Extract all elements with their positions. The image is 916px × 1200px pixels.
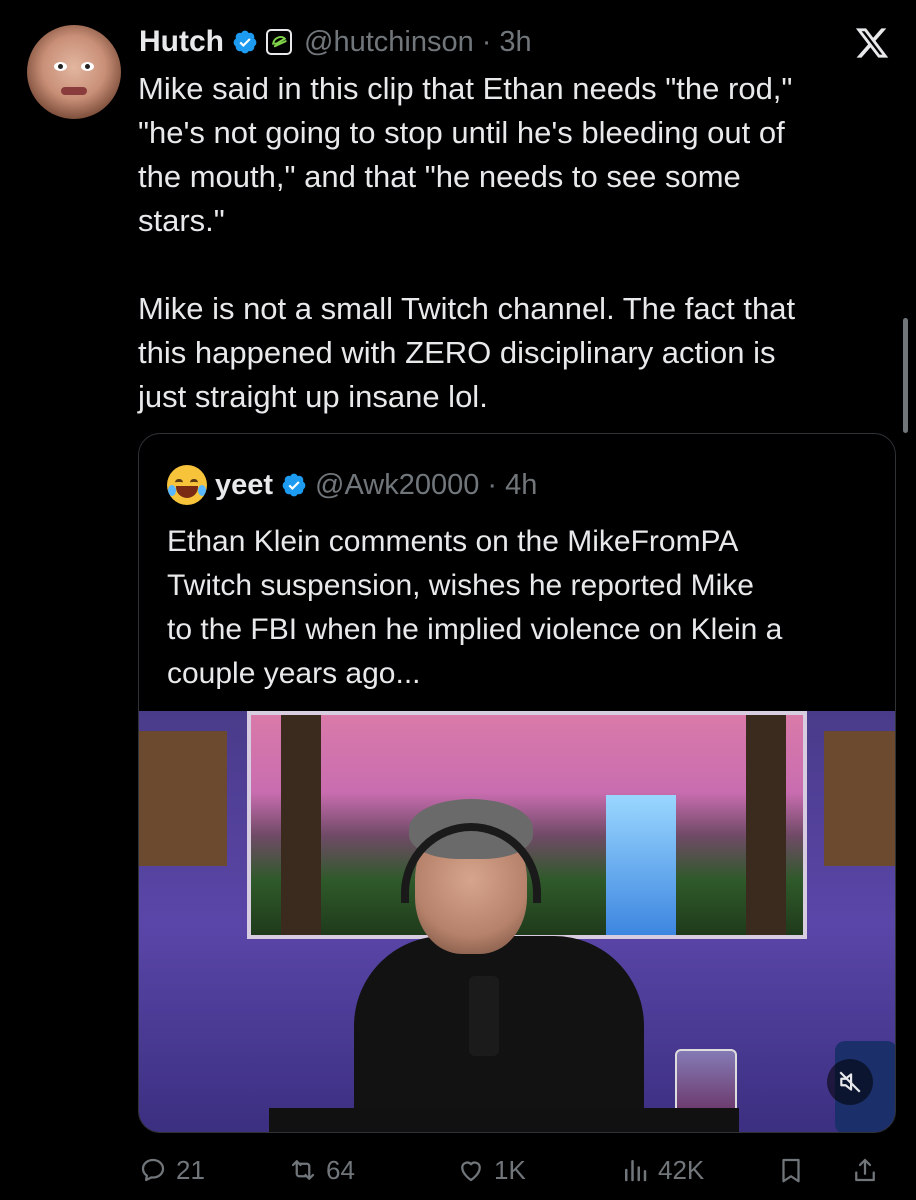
views-count: 42K — [658, 1154, 705, 1185]
video-desk — [269, 1108, 739, 1132]
tweet-action-bar: 21 64 1K 42K — [138, 1142, 898, 1198]
quoted-tweet-text: Ethan Klein comments on the MikeFromPA T… — [167, 525, 783, 690]
views-button[interactable]: 42K — [620, 1142, 704, 1198]
tweet-header: Hutch @hutchinson · 3h — [139, 20, 532, 64]
video-microphone — [469, 976, 499, 1056]
emoji-tear-left — [168, 485, 176, 496]
repost-button[interactable]: 64 — [288, 1142, 355, 1198]
share-button[interactable] — [850, 1142, 880, 1198]
separator-dot: · — [487, 468, 498, 501]
tweet-text: Mike said in this clip that Ethan needs … — [138, 71, 796, 414]
affiliate-badge-icon — [266, 29, 292, 55]
share-icon — [855, 1158, 875, 1182]
reply-button[interactable]: 21 — [138, 1142, 205, 1198]
painting-tree-right — [746, 715, 786, 935]
emoji-eye-left — [175, 479, 183, 486]
x-logo-icon — [855, 28, 889, 58]
quoted-author-name[interactable]: yeet — [215, 469, 273, 502]
emoji-eye-right — [190, 479, 198, 486]
avatar-eye-left — [54, 62, 67, 71]
author-name[interactable]: Hutch — [139, 25, 224, 59]
painting-tree-left — [281, 715, 321, 935]
quoted-tweet-header: yeet @Awk20000 · 4h — [167, 464, 537, 506]
reply-icon — [141, 1158, 165, 1182]
bookmark-icon — [782, 1158, 800, 1183]
video-person-body — [354, 936, 644, 1132]
avatar-mouth — [61, 87, 87, 95]
scrollbar[interactable] — [903, 318, 908, 433]
author-avatar[interactable] — [27, 25, 121, 119]
painting-waterfall — [606, 795, 676, 935]
emoji-tear-right — [198, 485, 206, 496]
repost-count: 64 — [326, 1154, 355, 1185]
avatar-eye-right — [81, 62, 94, 71]
like-count: 1K — [494, 1154, 526, 1185]
like-icon — [461, 1161, 481, 1182]
mute-icon[interactable] — [827, 1059, 873, 1105]
verified-badge-icon — [233, 30, 257, 54]
quoted-author-avatar[interactable] — [167, 465, 207, 505]
author-handle[interactable]: @hutchinson — [304, 26, 474, 59]
like-button[interactable]: 1K — [456, 1142, 526, 1198]
separator-dot: · — [481, 25, 492, 58]
repost-icon — [291, 1160, 315, 1180]
verified-badge-icon — [282, 473, 306, 497]
reply-count: 21 — [176, 1154, 205, 1185]
views-icon — [625, 1160, 647, 1182]
quoted-author-handle[interactable]: @Awk20000 — [315, 469, 479, 502]
video-shelf-right — [824, 731, 895, 866]
quoted-tweet-card[interactable]: yeet @Awk20000 · 4h Ethan Klein comments… — [138, 433, 896, 1133]
quoted-tweet-video[interactable] — [139, 711, 895, 1132]
tweet-timestamp[interactable]: 3h — [499, 26, 531, 59]
video-shelf-left — [139, 731, 227, 866]
emoji-mouth — [176, 486, 198, 498]
quoted-tweet-timestamp[interactable]: 4h — [505, 469, 537, 502]
bookmark-button[interactable] — [776, 1142, 806, 1198]
